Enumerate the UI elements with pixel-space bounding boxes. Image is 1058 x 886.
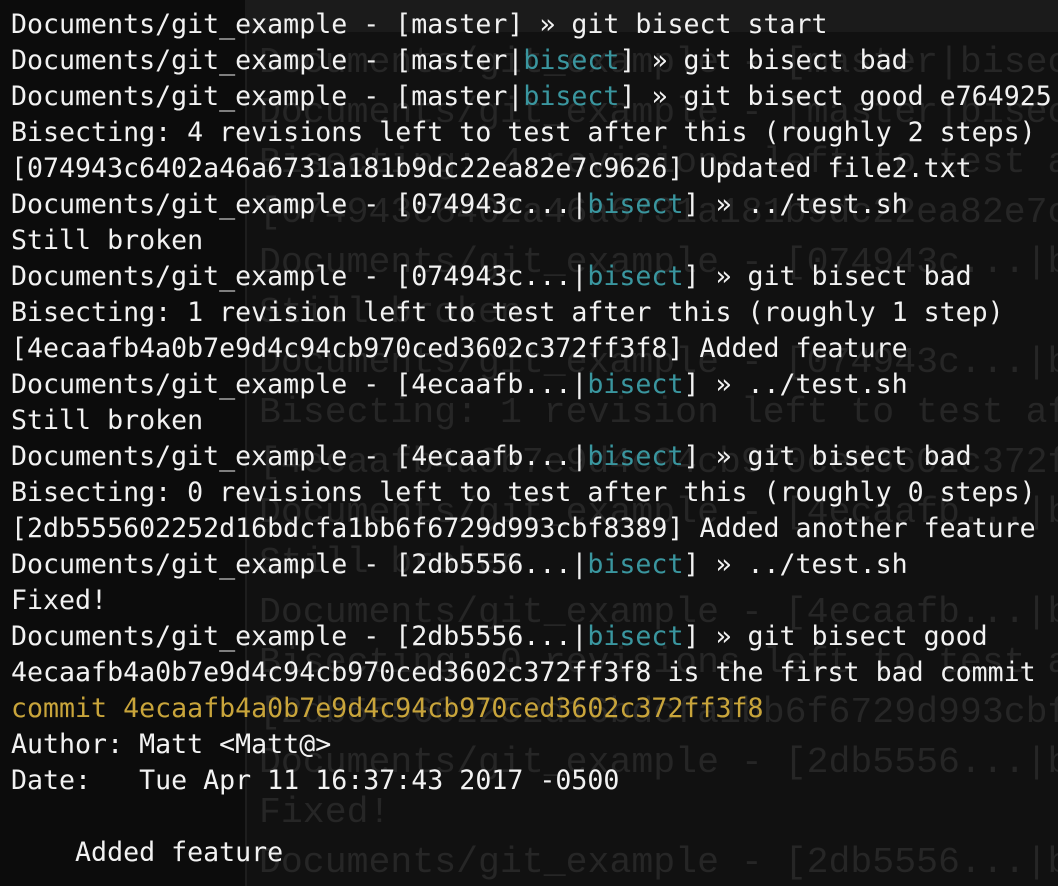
terminal-line: Documents/git_example - [4ecaafb...|bise… xyxy=(11,367,1052,403)
terminal-line: [074943c6402a46a6731a181b9dc22ea82e7c962… xyxy=(11,151,1052,187)
terminal-line: 4ecaafb4a0b7e9d4c94cb970ced3602c372ff3f8… xyxy=(11,655,1052,691)
bisect-state-label: bisect xyxy=(587,369,684,400)
terminal-text: 4ecaafb4a0b7e9d4c94cb970ced3602c372ff3f8… xyxy=(11,657,1036,688)
terminal-text: ] » git bisect bad xyxy=(619,45,908,76)
bisect-state-label: bisect xyxy=(587,549,684,580)
terminal-text: ] » ../test.sh xyxy=(683,189,908,220)
terminal-text: Documents/git_example - [2db5556...| xyxy=(11,621,588,652)
bisect-state-label: bisect xyxy=(587,441,684,472)
terminal-text: Fixed! xyxy=(11,585,108,616)
terminal-text: Still broken xyxy=(11,225,204,256)
terminal-line: Documents/git_example - [074943c...|bise… xyxy=(11,259,1052,295)
commit-header: commit 4ecaafb4a0b7e9d4c94cb970ced3602c3… xyxy=(11,693,764,724)
terminal-line: Documents/git_example - [master|bisect] … xyxy=(11,79,1052,115)
terminal-line: Documents/git_example - [master] » git b… xyxy=(11,7,1052,43)
bisect-state-label: bisect xyxy=(587,621,684,652)
bisect-state-label: bisect xyxy=(523,45,620,76)
terminal-text: Added feature xyxy=(11,837,284,868)
bisect-state-label: bisect xyxy=(587,189,684,220)
terminal-text: Documents/git_example - [4ecaafb...| xyxy=(11,441,588,472)
terminal-text: ] » git bisect bad xyxy=(683,261,972,292)
terminal-line: Date: Tue Apr 11 16:37:43 2017 -0500 xyxy=(11,763,1052,799)
terminal-line: [2db555602252d16bdcfa1bb6f6729d993cbf838… xyxy=(11,511,1052,547)
terminal-text: Documents/git_example - [4ecaafb...| xyxy=(11,369,588,400)
terminal-line: Fixed! xyxy=(11,583,1052,619)
terminal-line: Documents/git_example - [074943c...|bise… xyxy=(11,187,1052,223)
terminal-text: ] » git bisect good e764925 xyxy=(619,81,1052,112)
terminal-text: Documents/git_example - [master] » git b… xyxy=(11,9,828,40)
terminal-output: Documents/git_example - [master] » git b… xyxy=(11,7,1052,871)
terminal-text: Bisecting: 4 revisions left to test afte… xyxy=(11,117,1036,148)
terminal-line: Documents/git_example - [2db5556...|bise… xyxy=(11,619,1052,655)
terminal-line: Author: Matt <Matt@> xyxy=(11,727,1052,763)
terminal-text: Bisecting: 0 revisions left to test afte… xyxy=(11,477,1036,508)
terminal-text: [074943c6402a46a6731a181b9dc22ea82e7c962… xyxy=(11,153,972,184)
terminal-line: [4ecaafb4a0b7e9d4c94cb970ced3602c372ff3f… xyxy=(11,331,1052,367)
terminal-text: [4ecaafb4a0b7e9d4c94cb970ced3602c372ff3f… xyxy=(11,333,908,364)
terminal-line: Added feature xyxy=(11,835,1052,871)
terminal-text: Documents/git_example - [074943c...| xyxy=(11,189,588,220)
terminal-line: Documents/git_example - [4ecaafb...|bise… xyxy=(11,439,1052,475)
bisect-state-label: bisect xyxy=(523,81,620,112)
terminal-text: Documents/git_example - [074943c...| xyxy=(11,261,588,292)
terminal-line: Bisecting: 1 revision left to test after… xyxy=(11,295,1052,331)
terminal-text: ] » ../test.sh xyxy=(683,549,908,580)
terminal-text: Documents/git_example - [2db5556...| xyxy=(11,549,588,580)
terminal-text: Documents/git_example - [master| xyxy=(11,45,524,76)
terminal-text: Date: Tue Apr 11 16:37:43 2017 -0500 xyxy=(11,765,620,796)
terminal-line: Bisecting: 0 revisions left to test afte… xyxy=(11,475,1052,511)
terminal-line: Documents/git_example - [master|bisect] … xyxy=(11,43,1052,79)
terminal-line: Still broken xyxy=(11,403,1052,439)
terminal-text: ] » git bisect good xyxy=(683,621,988,652)
bisect-state-label: bisect xyxy=(587,261,684,292)
terminal-text: [2db555602252d16bdcfa1bb6f6729d993cbf838… xyxy=(11,513,1036,544)
terminal-line: Still broken xyxy=(11,223,1052,259)
terminal-text: Documents/git_example - [master| xyxy=(11,81,524,112)
terminal-line: Documents/git_example - [2db5556...|bise… xyxy=(11,547,1052,583)
terminal-text: ] » ../test.sh xyxy=(683,369,908,400)
terminal-line: commit 4ecaafb4a0b7e9d4c94cb970ced3602c3… xyxy=(11,691,1052,727)
terminal-text: ] » git bisect bad xyxy=(683,441,972,472)
terminal-text: Author: Matt <Matt@> xyxy=(11,729,332,760)
terminal-text: Bisecting: 1 revision left to test after… xyxy=(11,297,1004,328)
terminal-text: Still broken xyxy=(11,405,204,436)
terminal-line: Bisecting: 4 revisions left to test afte… xyxy=(11,115,1052,151)
